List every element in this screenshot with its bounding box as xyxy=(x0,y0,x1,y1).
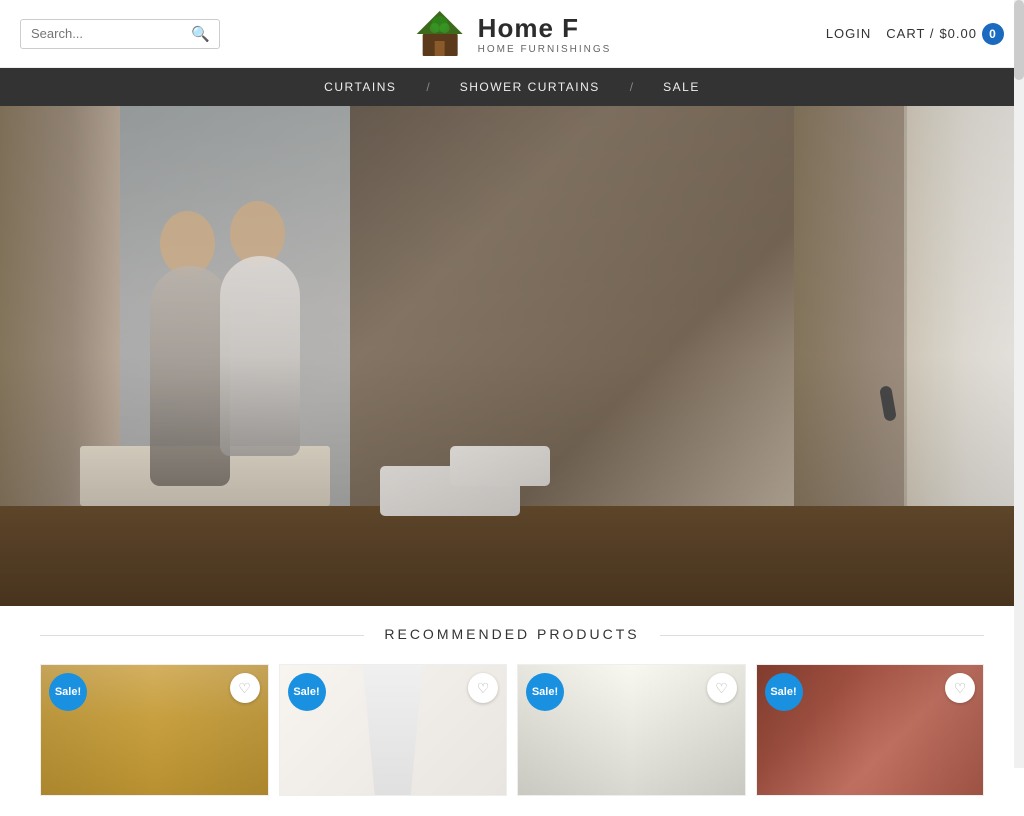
product-card-4[interactable]: Sale! ♡ xyxy=(756,664,985,796)
search-button[interactable]: 🔍 xyxy=(191,25,210,43)
nav-curtains[interactable]: CURTAINS xyxy=(324,80,396,94)
scrollbar-thumb[interactable] xyxy=(1014,0,1024,80)
recommended-title: RECOMMENDED PRODUCTS xyxy=(364,626,659,642)
recommended-header: RECOMMENDED PRODUCTS xyxy=(40,626,984,644)
search-input[interactable] xyxy=(31,26,191,41)
login-link[interactable]: LOGIN xyxy=(826,26,871,41)
hero-overlay xyxy=(0,106,1024,606)
wishlist-button-2[interactable]: ♡ xyxy=(468,673,498,703)
hero-scene xyxy=(0,106,1024,606)
nav-separator-1: / xyxy=(426,80,429,94)
main-nav: CURTAINS / SHOWER CURTAINS / SALE xyxy=(0,68,1024,106)
sale-badge-1: Sale! xyxy=(49,673,87,711)
product-image-4: Sale! ♡ xyxy=(757,665,984,795)
cart-button[interactable]: CART / $0.00 0 xyxy=(886,23,1004,45)
sale-badge-4: Sale! xyxy=(765,673,803,711)
logo-title: Home F xyxy=(478,13,612,44)
wishlist-button-4[interactable]: ♡ xyxy=(945,673,975,703)
search-icon: 🔍 xyxy=(191,26,210,43)
product-image-3: Sale! ♡ xyxy=(518,665,745,795)
ruffle-decoration-2 xyxy=(363,665,423,795)
nav-separator-2: / xyxy=(630,80,633,94)
product-card-1[interactable]: Sale! ♡ xyxy=(40,664,269,796)
logo[interactable]: Home F HOME FURNISHINGS xyxy=(413,6,612,61)
nav-shower-curtains[interactable]: SHOWER CURTAINS xyxy=(460,80,600,94)
cart-label: CART / xyxy=(886,26,934,41)
wishlist-button-1[interactable]: ♡ xyxy=(230,673,260,703)
heart-icon-4: ♡ xyxy=(954,680,967,697)
scrollbar[interactable] xyxy=(1014,0,1024,768)
product-grid: Sale! ♡ Sale! ♡ Sale! xyxy=(40,664,984,796)
sale-badge-2: Sale! xyxy=(288,673,326,711)
sale-badge-3: Sale! xyxy=(526,673,564,711)
heart-icon-1: ♡ xyxy=(238,680,251,697)
product-image-2: Sale! ♡ xyxy=(280,665,507,795)
hero-banner xyxy=(0,106,1024,606)
recommended-section: RECOMMENDED PRODUCTS Sale! ♡ Sale! ♡ xyxy=(0,606,1024,816)
site-header: 🔍 Home F HOME FURNISHINGS LOGIN CART / $… xyxy=(0,0,1024,68)
search-form[interactable]: 🔍 xyxy=(20,19,220,49)
logo-text: Home F HOME FURNISHINGS xyxy=(478,13,612,55)
wishlist-button-3[interactable]: ♡ xyxy=(707,673,737,703)
product-image-1: Sale! ♡ xyxy=(41,665,268,795)
nav-sale[interactable]: SALE xyxy=(663,80,700,94)
heart-icon-2: ♡ xyxy=(477,680,490,697)
header-right: LOGIN CART / $0.00 0 xyxy=(826,23,1004,45)
product-card-2[interactable]: Sale! ♡ xyxy=(279,664,508,796)
cart-count: 0 xyxy=(982,23,1004,45)
cart-amount: $0.00 xyxy=(939,26,977,41)
product-card-3[interactable]: Sale! ♡ xyxy=(517,664,746,796)
logo-icon xyxy=(413,6,468,61)
logo-subtitle: HOME FURNISHINGS xyxy=(478,44,612,55)
heart-icon-3: ♡ xyxy=(715,680,728,697)
